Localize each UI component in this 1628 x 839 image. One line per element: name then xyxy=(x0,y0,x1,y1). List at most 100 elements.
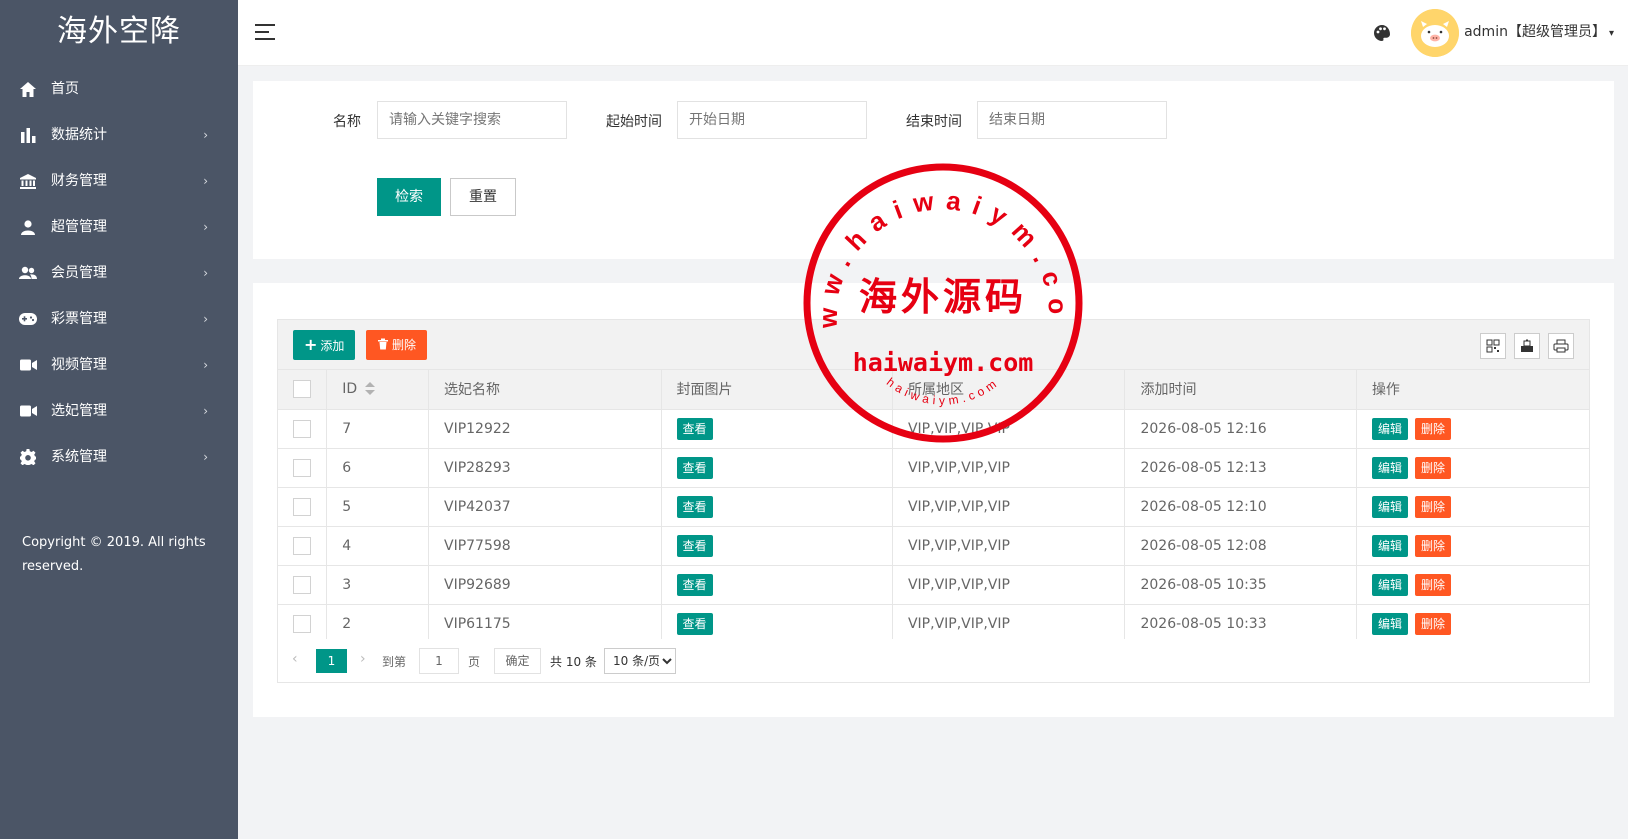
view-cover-button[interactable]: 查看 xyxy=(676,612,713,635)
col-id-label: ID xyxy=(342,381,358,398)
sidebar-item-label: 财务管理 xyxy=(51,173,107,189)
row-name: VIP12922 xyxy=(428,409,662,449)
chevron-right-icon: › xyxy=(203,174,208,188)
sidebar-item-label: 选妃管理 xyxy=(51,403,107,419)
row-actions: 编辑 删除 xyxy=(1356,565,1589,605)
row-time: 2026-08-05 10:35 xyxy=(1124,565,1357,605)
sidebar-item-2[interactable]: 财务管理 › xyxy=(0,158,238,204)
row-select-cell xyxy=(278,409,328,449)
row-cover: 查看 xyxy=(661,604,893,644)
row-cover: 查看 xyxy=(661,565,893,605)
current-page[interactable]: 1 xyxy=(316,649,347,673)
caret-down-icon: ▾ xyxy=(1608,28,1614,39)
page-size-select[interactable]: 10 条/页 xyxy=(604,648,676,674)
search-button[interactable]: 检索 xyxy=(377,178,441,216)
row-checkbox[interactable] xyxy=(293,575,311,594)
chevron-right-icon: › xyxy=(203,266,208,280)
print-icon[interactable] xyxy=(1548,333,1574,359)
view-cover-button[interactable]: 查看 xyxy=(676,417,713,440)
delete-button[interactable]: 删除 xyxy=(1414,417,1451,440)
row-checkbox[interactable] xyxy=(293,458,311,477)
sidebar-item-3[interactable]: 超管管理 › xyxy=(0,204,238,250)
row-select-cell xyxy=(278,604,328,644)
row-checkbox[interactable] xyxy=(293,419,311,438)
row-name: VIP28293 xyxy=(428,448,662,488)
palette-icon[interactable] xyxy=(1372,23,1392,43)
row-time: 2026-08-05 12:10 xyxy=(1124,487,1357,527)
confirm-page-button[interactable]: 确定 xyxy=(494,648,541,674)
edit-button[interactable]: 编辑 xyxy=(1371,456,1408,479)
sidebar-item-4[interactable]: 会员管理 › xyxy=(0,250,238,296)
sidebar-item-1[interactable]: 数据统计 › xyxy=(0,112,238,158)
sidebar-item-label: 视频管理 xyxy=(51,357,107,373)
row-id: 2 xyxy=(326,604,429,644)
edit-button[interactable]: 编辑 xyxy=(1371,534,1408,557)
chevron-right-icon: › xyxy=(203,358,208,372)
table-panel: + 添加 删除 ID 选妃名称 封面图片 所属地区 添加时间 操作 7 VIP1… xyxy=(253,283,1614,717)
view-cover-button[interactable]: 查看 xyxy=(676,456,713,479)
batch-delete-button[interactable]: 删除 xyxy=(366,330,428,360)
sidebar-item-7[interactable]: 选妃管理 › xyxy=(0,388,238,434)
avatar[interactable] xyxy=(1411,9,1459,57)
row-select-cell xyxy=(278,487,328,527)
row-checkbox[interactable] xyxy=(293,614,311,633)
col-actions: 操作 xyxy=(1356,370,1589,410)
row-checkbox[interactable] xyxy=(293,536,311,555)
edit-button[interactable]: 编辑 xyxy=(1371,573,1408,596)
goto-page-input[interactable] xyxy=(419,648,459,674)
export-icon[interactable] xyxy=(1514,333,1540,359)
trash-icon xyxy=(378,338,388,350)
app-logo: 海外空降 xyxy=(57,14,181,49)
row-name: VIP61175 xyxy=(428,604,662,644)
row-checkbox[interactable] xyxy=(293,497,311,516)
delete-button[interactable]: 删除 xyxy=(1414,534,1451,557)
row-name: VIP92689 xyxy=(428,565,662,605)
table-row: 3 VIP92689 查看 VIP,VIP,VIP,VIP 2026-08-05 10:… xyxy=(278,565,1589,605)
edit-button[interactable]: 编辑 xyxy=(1371,417,1408,440)
view-cover-button[interactable]: 查看 xyxy=(676,573,713,596)
prev-page-icon[interactable]: ‹ xyxy=(292,651,298,667)
start-date-input[interactable] xyxy=(677,101,867,139)
col-id[interactable]: ID xyxy=(326,370,429,410)
row-id: 4 xyxy=(326,526,429,566)
next-page-icon[interactable]: › xyxy=(360,651,366,667)
menu-toggle-icon[interactable] xyxy=(255,24,275,40)
sidebar-item-8[interactable]: 系统管理 › xyxy=(0,434,238,480)
delete-button[interactable]: 删除 xyxy=(1414,456,1451,479)
end-time-label: 结束时间 xyxy=(906,114,962,130)
end-date-input[interactable] xyxy=(977,101,1167,139)
reset-button[interactable]: 重置 xyxy=(450,178,516,216)
col-name: 选妃名称 xyxy=(428,370,662,410)
row-actions: 编辑 删除 xyxy=(1356,448,1589,488)
sidebar-item-5[interactable]: 彩票管理 › xyxy=(0,296,238,342)
row-actions: 编辑 删除 xyxy=(1356,604,1589,644)
video-icon xyxy=(19,402,37,420)
col-time: 添加时间 xyxy=(1124,370,1357,410)
delete-button[interactable]: 删除 xyxy=(1414,495,1451,518)
row-cover: 查看 xyxy=(661,448,893,488)
edit-button[interactable]: 编辑 xyxy=(1371,612,1408,635)
view-cover-button[interactable]: 查看 xyxy=(676,534,713,557)
delete-button[interactable]: 删除 xyxy=(1414,573,1451,596)
add-button[interactable]: + 添加 xyxy=(293,330,356,360)
pagination: ‹ 1 › 到第 页 确定 共 10 条 10 条/页 xyxy=(278,639,1589,682)
row-time: 2026-08-05 10:33 xyxy=(1124,604,1357,644)
user-menu[interactable]: admin【超级管理员】 ▾ xyxy=(1464,21,1614,41)
name-search-input[interactable] xyxy=(377,101,567,139)
sidebar-item-6[interactable]: 视频管理 › xyxy=(0,342,238,388)
row-id: 3 xyxy=(326,565,429,605)
row-select-cell xyxy=(278,448,328,488)
edit-button[interactable]: 编辑 xyxy=(1371,495,1408,518)
sidebar-item-0[interactable]: 首页 xyxy=(0,66,238,112)
copyright-text: Copyright © 2019. All rights reserved. xyxy=(22,535,206,574)
chevron-right-icon: › xyxy=(203,220,208,234)
sort-icon[interactable] xyxy=(365,382,376,396)
view-cover-button[interactable]: 查看 xyxy=(676,495,713,518)
select-all-checkbox[interactable] xyxy=(293,380,311,399)
total-count: 共 10 条 xyxy=(550,655,597,669)
row-select-cell xyxy=(278,526,328,566)
delete-button[interactable]: 删除 xyxy=(1414,612,1451,635)
columns-filter-icon[interactable] xyxy=(1480,333,1506,359)
row-cover: 查看 xyxy=(661,409,893,449)
row-cover: 查看 xyxy=(661,526,893,566)
